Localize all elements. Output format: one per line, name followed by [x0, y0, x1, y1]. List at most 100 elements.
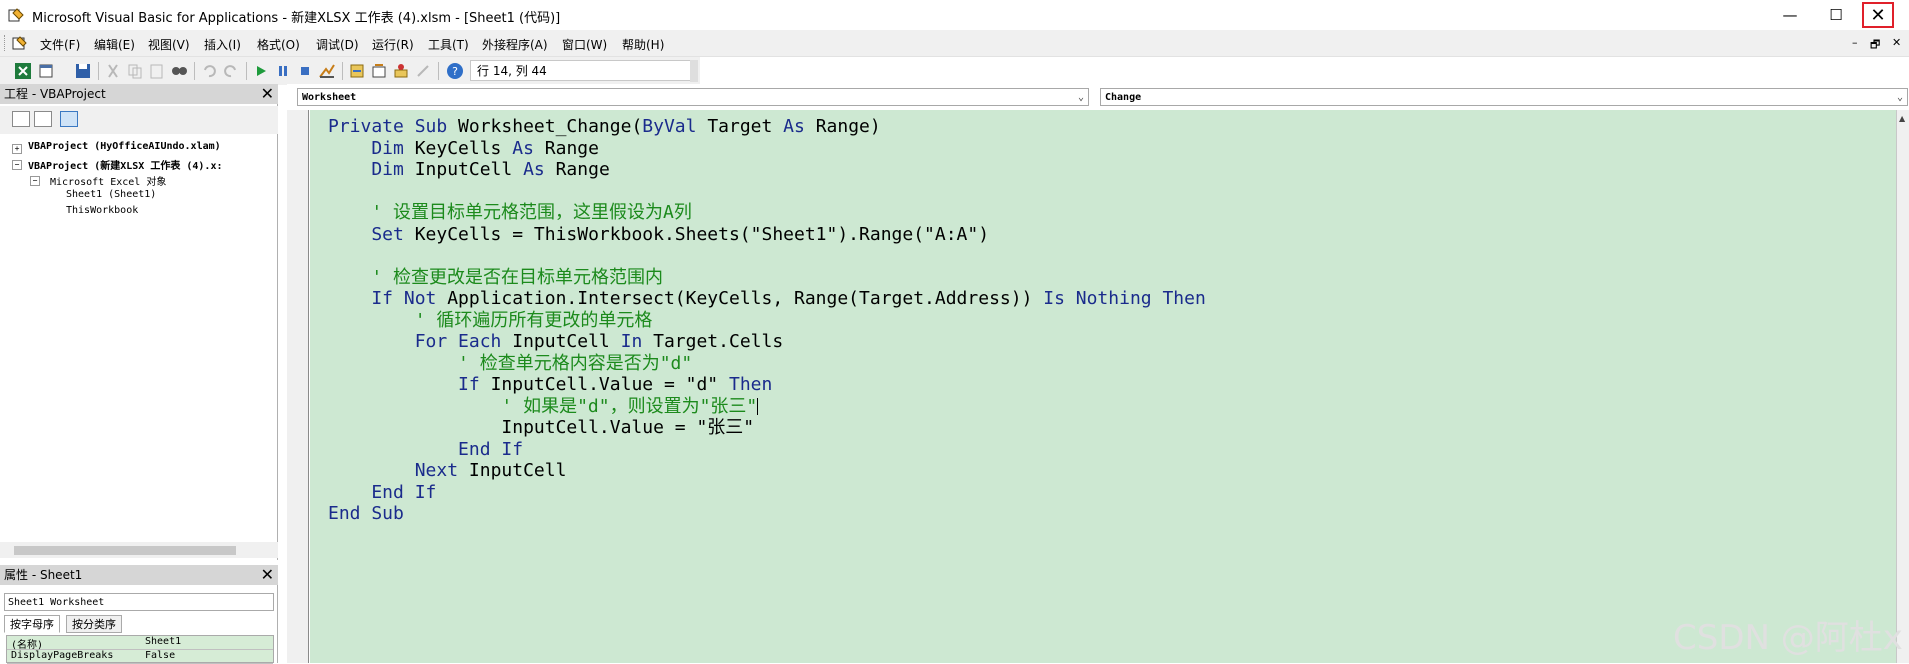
chevron-down-icon[interactable]: ⌄	[1078, 89, 1084, 107]
code-text: Application.Intersect(KeyCells, Range(Ta…	[447, 288, 1044, 309]
project-explorer-title: 工程 - VBAProject	[4, 87, 106, 101]
toggle-folders-icon[interactable]	[60, 111, 78, 127]
design-mode-icon[interactable]	[318, 62, 336, 80]
code-line[interactable]: ' 检查更改是否在目标单元格范围内	[328, 267, 663, 288]
code-editor[interactable]: Private Sub Worksheet_Change(ByVal Targe…	[310, 110, 1896, 663]
tree-node-thisworkbook[interactable]: ThisWorkbook	[66, 205, 138, 216]
object-browser-icon[interactable]	[392, 62, 410, 80]
close-button[interactable]: ✕	[1862, 2, 1894, 28]
excel-view-icon[interactable]	[14, 62, 32, 80]
mdi-minimize-button[interactable]: –	[1852, 36, 1858, 49]
code-line[interactable]: Dim KeyCells As Range	[328, 138, 599, 159]
toolbar-options-chevron-icon[interactable]	[690, 60, 698, 82]
window-title: Microsoft Visual Basic for Applications …	[32, 11, 561, 26]
code-line[interactable]: ' 设置目标单元格范围，这里假设为A列	[328, 202, 692, 223]
minimize-button[interactable]: —	[1768, 0, 1812, 30]
property-value[interactable]: Sheet1	[145, 636, 181, 647]
redo-icon[interactable]	[222, 62, 240, 80]
project-explorer-icon[interactable]	[348, 62, 366, 80]
tree-node-workbook-project[interactable]: VBAProject (新建XLSX 工作表 (4).x:	[28, 157, 223, 172]
code-keyword: As	[523, 159, 556, 180]
insert-module-icon[interactable]	[38, 62, 56, 80]
object-dropdown[interactable]: Worksheet ⌄	[297, 88, 1089, 106]
menu-addins[interactable]: 外接程序(A)	[482, 36, 548, 53]
code-text: Range	[544, 137, 599, 159]
menu-debug[interactable]: 调试(D)	[316, 36, 359, 53]
code-line[interactable]: InputCell.Value = "张三"	[328, 417, 754, 438]
save-icon[interactable]	[74, 62, 92, 80]
menu-help[interactable]: 帮助(H)	[622, 36, 664, 53]
code-window-icon[interactable]	[12, 35, 28, 51]
tree-node-sheet1[interactable]: Sheet1 (Sheet1)	[66, 189, 156, 200]
toolbar-separator	[246, 62, 247, 80]
menu-window[interactable]: 窗口(W)	[562, 36, 607, 53]
code-line[interactable]: Set KeyCells = ThisWorkbook.Sheets("Shee…	[328, 224, 989, 245]
chevron-down-icon[interactable]: ⌄	[1897, 89, 1903, 107]
properties-window-icon[interactable]	[370, 62, 388, 80]
text-cursor	[757, 398, 759, 415]
procedure-dropdown[interactable]: Change ⌄	[1100, 88, 1908, 106]
project-explorer-close-icon[interactable]: ✕	[261, 84, 274, 104]
break-icon[interactable]	[274, 62, 292, 80]
view-object-icon[interactable]	[34, 111, 52, 127]
tab-alphabetic[interactable]: 按字母序	[4, 615, 60, 633]
code-vertical-scrollbar[interactable]: ▲	[1896, 110, 1909, 663]
code-line[interactable]: Dim InputCell As Range	[328, 159, 609, 180]
code-line[interactable]: If Not Application.Intersect(KeyCells, R…	[328, 288, 1205, 309]
menu-insert[interactable]: 插入(I)	[204, 36, 241, 53]
mdi-restore-button[interactable]: 🗗	[1870, 36, 1880, 55]
menu-tools[interactable]: 工具(T)	[428, 36, 469, 53]
code-line[interactable]: End If	[328, 439, 523, 460]
code-line[interactable]: End If	[328, 482, 436, 503]
menu-run[interactable]: 运行(R)	[372, 36, 414, 53]
toolbar-separator	[438, 62, 439, 80]
menu-edit[interactable]: 编辑(E)	[94, 36, 135, 53]
code-line[interactable]: ' 如果是"d"，则设置为"张三"	[328, 396, 759, 417]
property-row[interactable]: (名称) Sheet1	[7, 636, 273, 651]
menu-file[interactable]: 文件(F)	[40, 36, 80, 53]
code-line[interactable]: For Each InputCell In Target.Cells	[328, 331, 783, 352]
maximize-button[interactable]: ☐	[1814, 0, 1858, 30]
object-dropdown-value: Worksheet	[302, 92, 357, 103]
scroll-up-icon[interactable]: ▲	[1899, 114, 1905, 123]
code-line[interactable]: Private Sub Worksheet_Change(ByVal Targe…	[328, 116, 881, 137]
property-row[interactable]: DisplayPageBreaks False	[7, 650, 273, 664]
code-comment: ' 循环遍历所有更改的单元格	[328, 309, 653, 331]
help-icon[interactable]: ?	[446, 62, 464, 80]
code-margin-indicator-bar[interactable]	[287, 110, 309, 663]
properties-close-icon[interactable]: ✕	[261, 565, 274, 585]
code-keyword: End If	[328, 481, 437, 503]
menu-view[interactable]: 视图(V)	[148, 36, 190, 53]
code-text: InputCell	[512, 331, 621, 352]
cursor-position-readout: 行 14, 列 44	[470, 60, 695, 81]
code-line[interactable]: End Sub	[328, 503, 404, 524]
project-tree-horizontal-scrollbar[interactable]	[0, 542, 278, 558]
collapse-icon[interactable]: −	[12, 160, 22, 170]
expand-icon[interactable]: +	[12, 144, 22, 154]
property-value[interactable]: False	[145, 650, 175, 661]
tree-node-hyoffice-project[interactable]: VBAProject (HyOfficeAIUndo.xlam)	[28, 141, 221, 152]
mdi-close-button[interactable]: ✕	[1892, 36, 1901, 49]
toolbox-icon[interactable]	[414, 62, 432, 80]
view-code-icon[interactable]	[12, 111, 30, 127]
cut-icon[interactable]	[104, 62, 122, 80]
run-icon[interactable]	[252, 62, 270, 80]
tab-categorized[interactable]: 按分类序	[66, 615, 122, 633]
undo-icon[interactable]	[200, 62, 218, 80]
scrollbar-thumb[interactable]	[14, 546, 236, 555]
tree-node-excel-objects[interactable]: Microsoft Excel 对象	[50, 173, 166, 188]
code-line[interactable]: If InputCell.Value = "d" Then	[328, 374, 772, 395]
code-line[interactable]: Next InputCell	[328, 460, 567, 481]
code-line[interactable]: ' 循环遍历所有更改的单元格	[328, 309, 653, 331]
code-text: Range)	[815, 116, 881, 137]
code-text: InputCell.Value = "张三"	[328, 417, 755, 438]
collapse-icon[interactable]: −	[30, 176, 40, 186]
reset-icon[interactable]	[296, 62, 314, 80]
code-keyword: Next	[328, 460, 469, 481]
paste-icon[interactable]	[148, 62, 166, 80]
properties-object-select[interactable]: Sheet1 Worksheet	[4, 593, 274, 611]
code-line[interactable]: ' 检查单元格内容是否为"d"	[328, 353, 692, 374]
menu-format[interactable]: 格式(O)	[257, 36, 300, 53]
find-icon[interactable]	[170, 62, 188, 80]
copy-icon[interactable]	[126, 62, 144, 80]
